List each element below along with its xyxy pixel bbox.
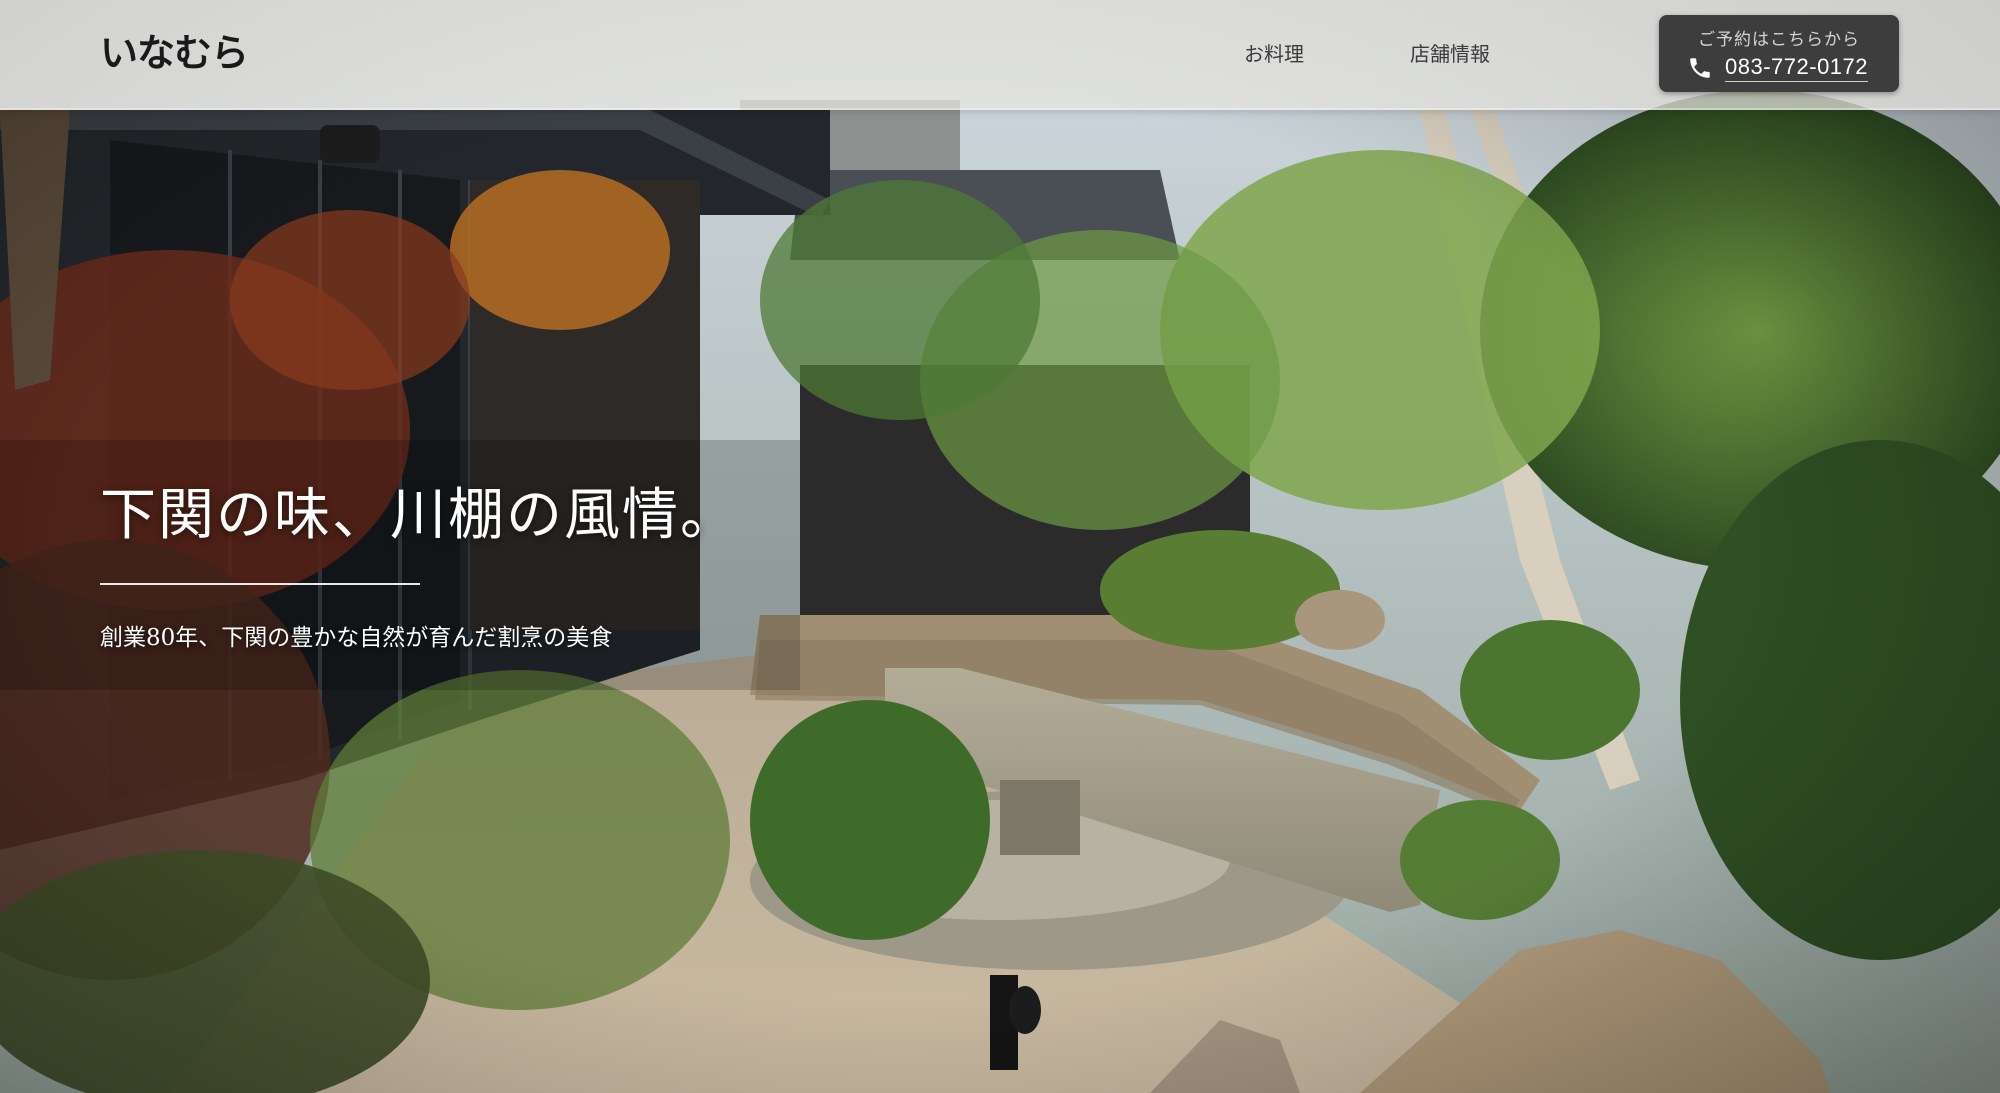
- phone-icon: [1687, 55, 1713, 81]
- hero-headline: 下関の味、川棚の風情。: [100, 483, 738, 548]
- reservation-phone-number[interactable]: 083-772-0172: [1725, 53, 1869, 82]
- site-logo[interactable]: いなむら: [100, 28, 249, 78]
- reservation-caption: ご予約はこちらから: [1698, 30, 1860, 50]
- hero-subheadline: 創業80年、下関の豊かな自然が育んだ割烹の美食: [100, 625, 613, 651]
- nav-link-cuisine[interactable]: お料理: [1244, 36, 1304, 72]
- nav-link-store-info[interactable]: 店舗情報: [1410, 36, 1490, 72]
- site-header: いなむら お料理 店舗情報 ご予約はこちらから 083-772-0172: [0, 0, 2000, 110]
- reservation-button[interactable]: ご予約はこちらから 083-772-0172: [1659, 15, 1899, 92]
- hero-divider: [100, 583, 420, 585]
